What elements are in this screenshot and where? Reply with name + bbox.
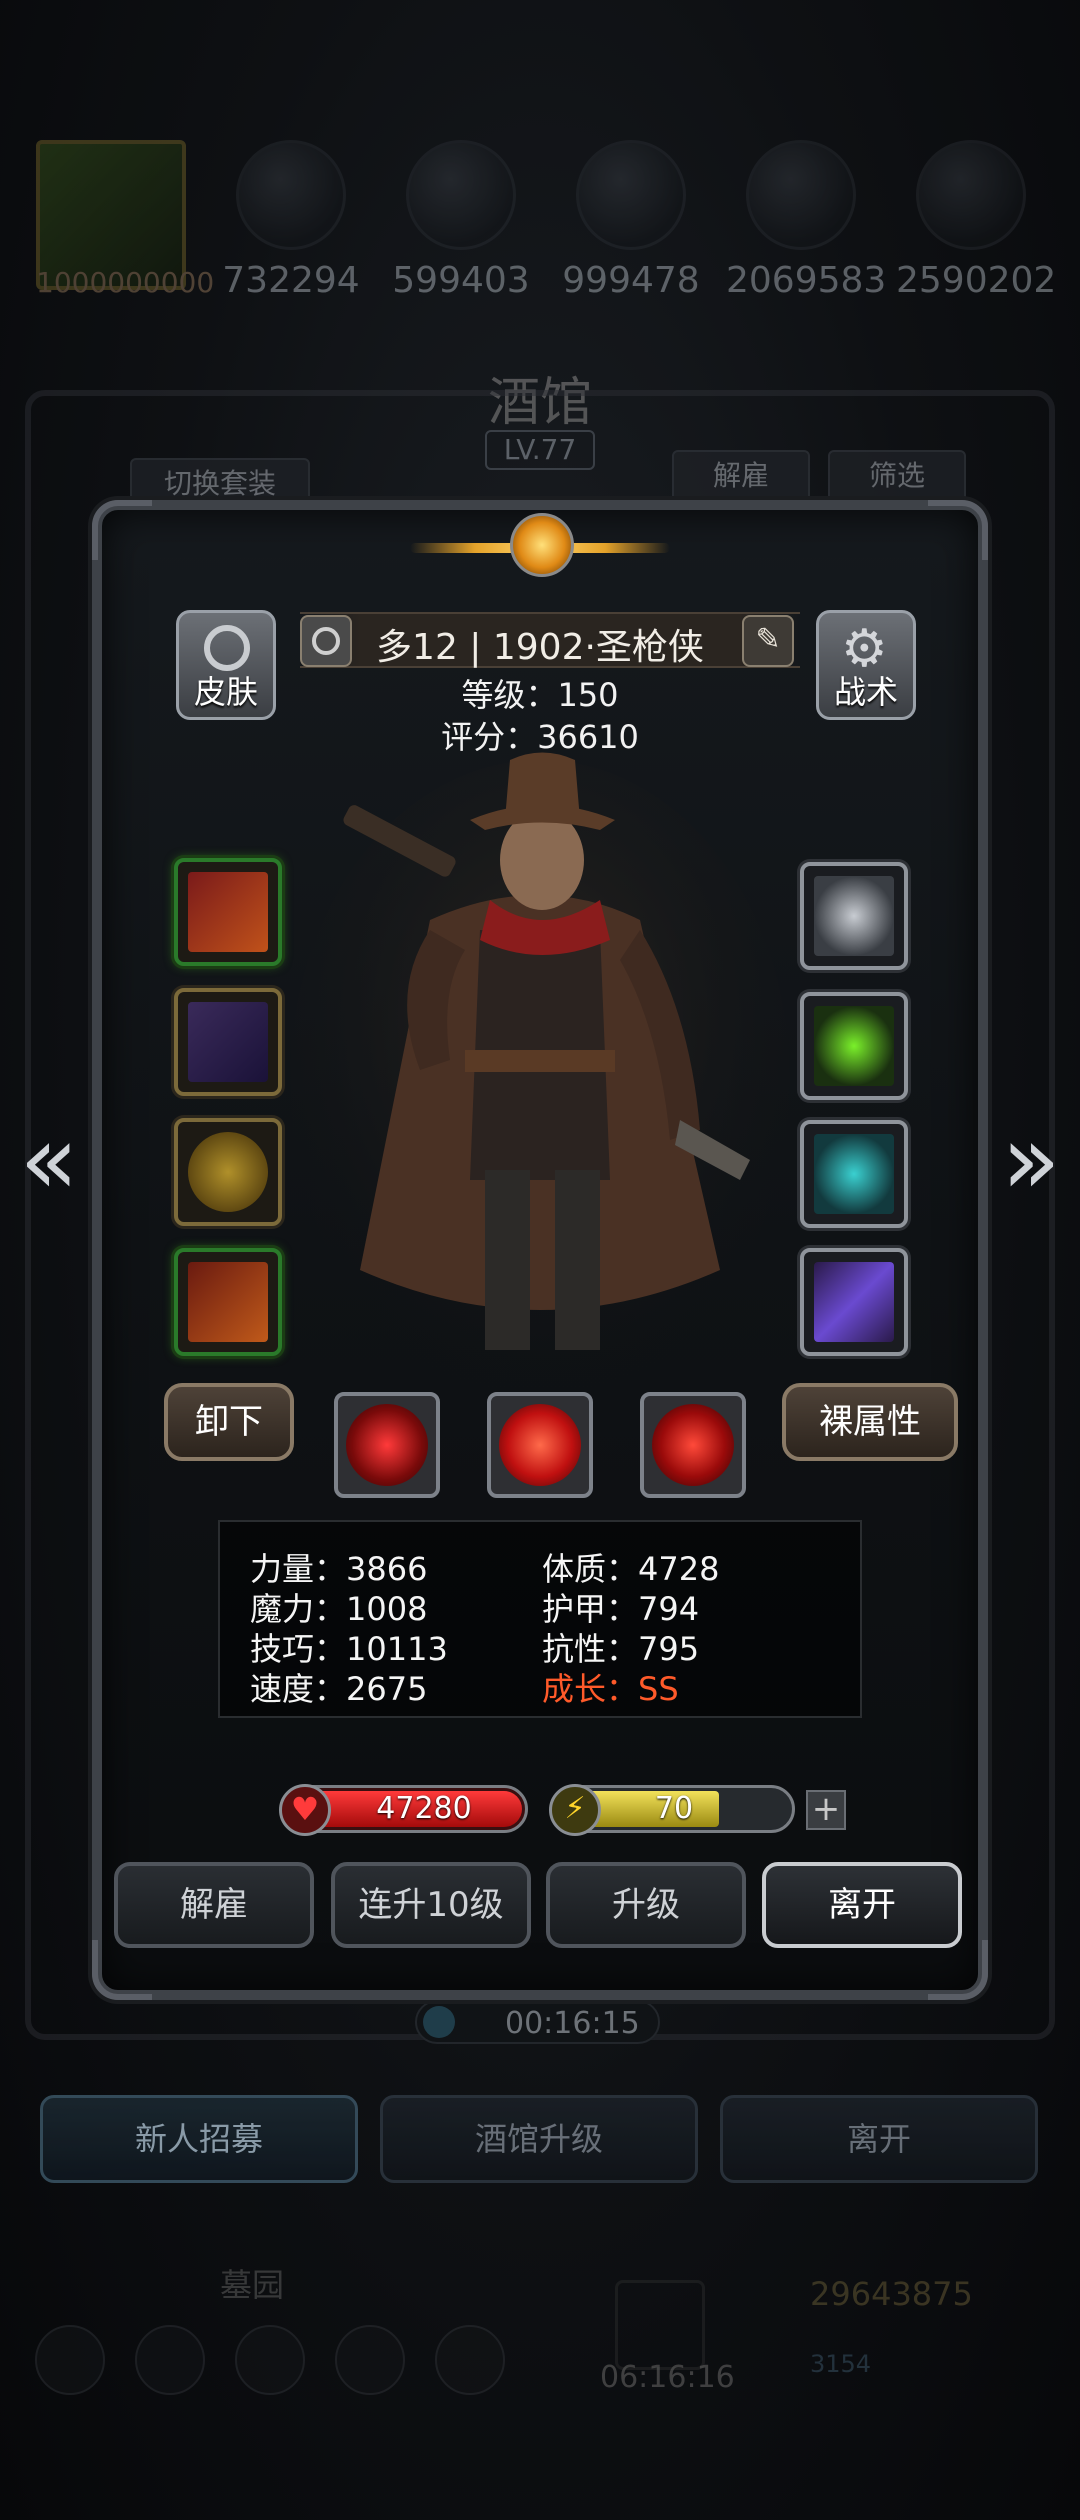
gem-amount: 3154 (810, 2350, 872, 2378)
stat-growth: 成长：SS (542, 1670, 679, 1708)
nav-icon-5[interactable] (435, 2325, 505, 2395)
hp-value: 47280 (376, 1791, 472, 1826)
teal-stone-icon (814, 1134, 894, 1214)
equip-slot-armor[interactable] (174, 988, 282, 1096)
resource-value: 1000000000 (36, 266, 215, 299)
target-skill-icon (652, 1404, 734, 1486)
amulet-icon (188, 1262, 268, 1342)
base-attributes-button[interactable]: 裸属性 (782, 1383, 958, 1461)
edit-name-icon[interactable]: ✎ (742, 615, 794, 667)
cemetery-label: 墓园 (220, 2266, 285, 2304)
bottom-timer: 06:16:16 (600, 2360, 735, 2395)
frame-corner (92, 500, 152, 560)
hero-name: 多12 | 1902·圣枪侠 (376, 627, 704, 668)
equip-slot-potion[interactable] (800, 992, 908, 1100)
armor-coat-icon (188, 1002, 268, 1082)
add-energy-button[interactable]: + (806, 1790, 846, 1830)
bg-dismiss-button[interactable]: 解雇 (672, 450, 810, 502)
stats-panel: 力量：3866 魔力：1008 技巧：10113 速度：2675 体质：4728… (218, 1520, 862, 1718)
resource-value: 2590202 (896, 260, 1057, 301)
resource-stone[interactable]: 999478 (556, 140, 706, 301)
dismiss-button[interactable]: 解雇 (114, 1862, 314, 1948)
frame-corner (928, 1940, 988, 2000)
unequip-button[interactable]: 卸下 (164, 1383, 294, 1461)
skill-slot-2[interactable] (487, 1392, 593, 1498)
golden-gun-icon (188, 872, 268, 952)
energy-value: 70 (654, 1791, 694, 1826)
stone-icon (576, 140, 686, 250)
bottom-button-row: 新人招募 酒馆升级 离开 (40, 2095, 1040, 2185)
hero-level: 等级：150 (461, 676, 619, 714)
equip-slot-wand[interactable] (800, 1248, 908, 1356)
resource-crystal[interactable]: 2069583 (726, 140, 887, 301)
resource-iron[interactable]: 2590202 (896, 140, 1057, 301)
frame-corner (928, 500, 988, 560)
gold-amount: 29643875 (810, 2275, 973, 2313)
resource-value: 599403 (392, 260, 530, 301)
orange-orb-icon (236, 140, 346, 250)
leave-button[interactable]: 离开 (762, 1862, 962, 1948)
gift-icon[interactable] (615, 2280, 705, 2370)
crystal-icon (746, 140, 856, 250)
skill-slot-3[interactable] (640, 1392, 746, 1498)
equip-slot-shield[interactable] (174, 1118, 282, 1226)
equip-slot-weapon[interactable] (174, 858, 282, 966)
recruit-button[interactable]: 新人招募 (40, 2095, 358, 2183)
upgrade-10-button[interactable]: 连升10级 (331, 1862, 531, 1948)
timer-text: 00:16:15 (505, 2006, 640, 2041)
timer-icon (423, 2006, 455, 2038)
equip-slot-amulet[interactable] (174, 1248, 282, 1356)
resource-value: 999478 (562, 260, 700, 301)
nav-icon-4[interactable] (335, 2325, 405, 2395)
heart-icon: ♥ (279, 1784, 331, 1836)
sun-emblem-icon (510, 513, 574, 577)
skill-slot-1[interactable] (334, 1392, 440, 1498)
stat-speed: 速度：2675 (250, 1670, 428, 1708)
iron-icon (916, 140, 1026, 250)
green-potion-icon (814, 1006, 894, 1086)
energy-bar: ⚡ 70 (549, 1784, 795, 1836)
hp-bar: ♥ 47280 (279, 1784, 528, 1836)
skin-icon (204, 625, 250, 671)
recruit-timer: 00:16:15 (415, 2000, 660, 2044)
resource-orb[interactable]: 732294 (216, 140, 366, 301)
upgrade-button[interactable]: 升级 (546, 1862, 746, 1948)
crosshair-skill-icon (346, 1404, 428, 1486)
prev-hero-arrow-icon[interactable]: « (14, 1110, 84, 1210)
resource-wood[interactable]: 599403 (386, 140, 536, 301)
resource-bar: 1000000000 732294 599403 999478 2069583 … (36, 140, 1057, 320)
bottom-leave-button[interactable]: 离开 (720, 2095, 1038, 2183)
resource-hero[interactable]: 1000000000 (36, 140, 215, 299)
tavern-upgrade-button[interactable]: 酒馆升级 (380, 2095, 698, 2183)
purple-wand-icon (814, 1262, 894, 1342)
filter-button[interactable]: 筛选 (828, 450, 966, 502)
resource-value: 732294 (222, 260, 360, 301)
nav-icon-1[interactable] (35, 2325, 105, 2395)
equip-slot-charm[interactable] (800, 862, 908, 970)
shield-icon (188, 1132, 268, 1212)
nav-icon-3[interactable] (235, 2325, 305, 2395)
hero-portrait (290, 752, 790, 1390)
lightning-icon: ⚡ (549, 1784, 601, 1836)
resource-value: 2069583 (726, 260, 887, 301)
vortex-skill-icon (499, 1404, 581, 1486)
cloud-charm-icon (814, 876, 894, 956)
modal-ornament (410, 505, 670, 585)
nav-icon-2[interactable] (135, 2325, 205, 2395)
frame-corner (92, 1940, 152, 2000)
equip-slot-stone[interactable] (800, 1120, 908, 1228)
next-hero-arrow-icon[interactable]: » (996, 1110, 1066, 1210)
wood-icon (406, 140, 516, 250)
